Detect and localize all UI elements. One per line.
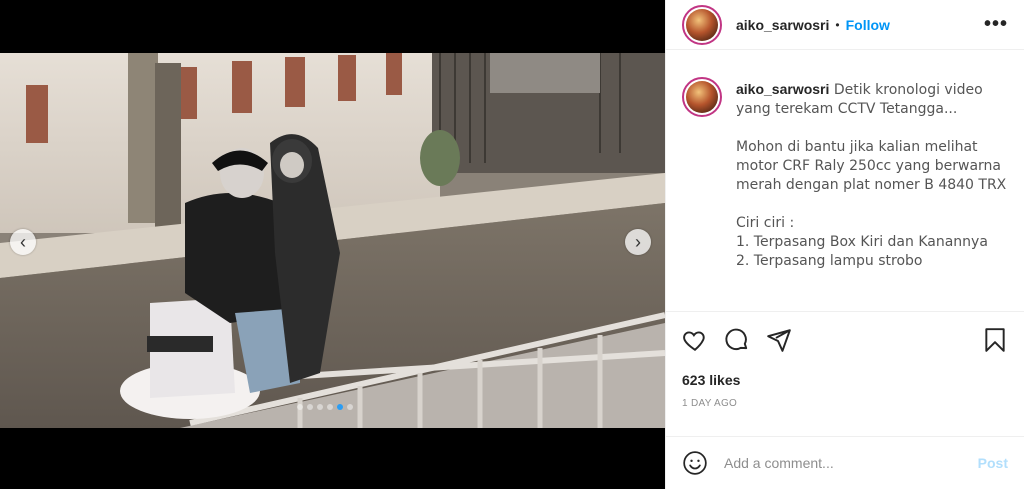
- caption-line: 2. Terpasang lampu strobo: [736, 253, 923, 269]
- caption-username-link[interactable]: aiko_sarwosri: [736, 81, 829, 97]
- caption-text-segment: Detik kronologi video: [833, 82, 983, 98]
- carousel-indicator: [297, 404, 353, 410]
- instagram-post: ‹ › aiko_sarwosri • Follow ••• aiko_sarw…: [0, 0, 1024, 489]
- comment-bar: Post: [666, 436, 1024, 489]
- post-caption: aiko_sarwosri Detik kronologi video yang…: [666, 50, 1024, 312]
- avatar[interactable]: [682, 4, 722, 45]
- bookmark-save-icon[interactable]: [982, 327, 1008, 353]
- username-link[interactable]: aiko_sarwosri: [736, 17, 829, 33]
- caption-line: 1. Terpasang Box Kiri dan Kanannya: [736, 234, 988, 250]
- chevron-right-icon: ›: [635, 232, 641, 252]
- avatar-image: [686, 8, 718, 41]
- post-sidebar: aiko_sarwosri • Follow ••• aiko_sarwosri…: [665, 0, 1024, 489]
- post-comment-button[interactable]: Post: [978, 455, 1008, 471]
- carousel-dot: [317, 404, 323, 410]
- caption-line: yang terekam CCTV Tetangga...: [736, 101, 958, 117]
- chevron-left-icon: ‹: [20, 232, 26, 252]
- carousel-next-button[interactable]: ›: [625, 229, 651, 255]
- carousel-prev-button[interactable]: ‹: [10, 229, 36, 255]
- caption-line-1: aiko_sarwosri Detik kronologi video: [736, 80, 1006, 100]
- comment-bubble-icon[interactable]: [724, 327, 750, 353]
- follow-button[interactable]: Follow: [846, 17, 890, 33]
- post-actions: [666, 312, 1024, 368]
- caption-avatar[interactable]: [682, 77, 722, 117]
- post-media: ‹ ›: [0, 0, 665, 489]
- cctv-scene-image: [0, 53, 665, 428]
- comment-input[interactable]: [722, 454, 978, 472]
- caption-text: aiko_sarwosri Detik kronologi video yang…: [736, 80, 1006, 311]
- caption-line: Mohon di bantu jika kalian melihat: [736, 139, 978, 155]
- separator-dot: •: [835, 17, 840, 32]
- carousel-dot-active: [337, 404, 343, 410]
- carousel-dot: [297, 404, 303, 410]
- avatar-image: [686, 81, 718, 113]
- share-send-icon[interactable]: [766, 327, 792, 353]
- like-heart-icon[interactable]: [682, 327, 708, 353]
- carousel-dot: [327, 404, 333, 410]
- carousel-dot: [307, 404, 313, 410]
- carousel-dot: [347, 404, 353, 410]
- cctv-video-frame[interactable]: [0, 53, 665, 428]
- post-timestamp[interactable]: 1 DAY AGO: [666, 398, 1024, 409]
- caption-line: merah dengan plat nomer B 4840 TRX: [736, 177, 1007, 193]
- more-options-icon[interactable]: •••: [984, 13, 1008, 36]
- caption-line: Ciri ciri :: [736, 215, 795, 231]
- likes-count[interactable]: 623 likes: [666, 372, 1024, 388]
- caption-line: motor CRF Raly 250cc yang berwarna: [736, 158, 1001, 174]
- emoji-smiley-icon[interactable]: [682, 450, 708, 476]
- post-header: aiko_sarwosri • Follow •••: [666, 0, 1024, 50]
